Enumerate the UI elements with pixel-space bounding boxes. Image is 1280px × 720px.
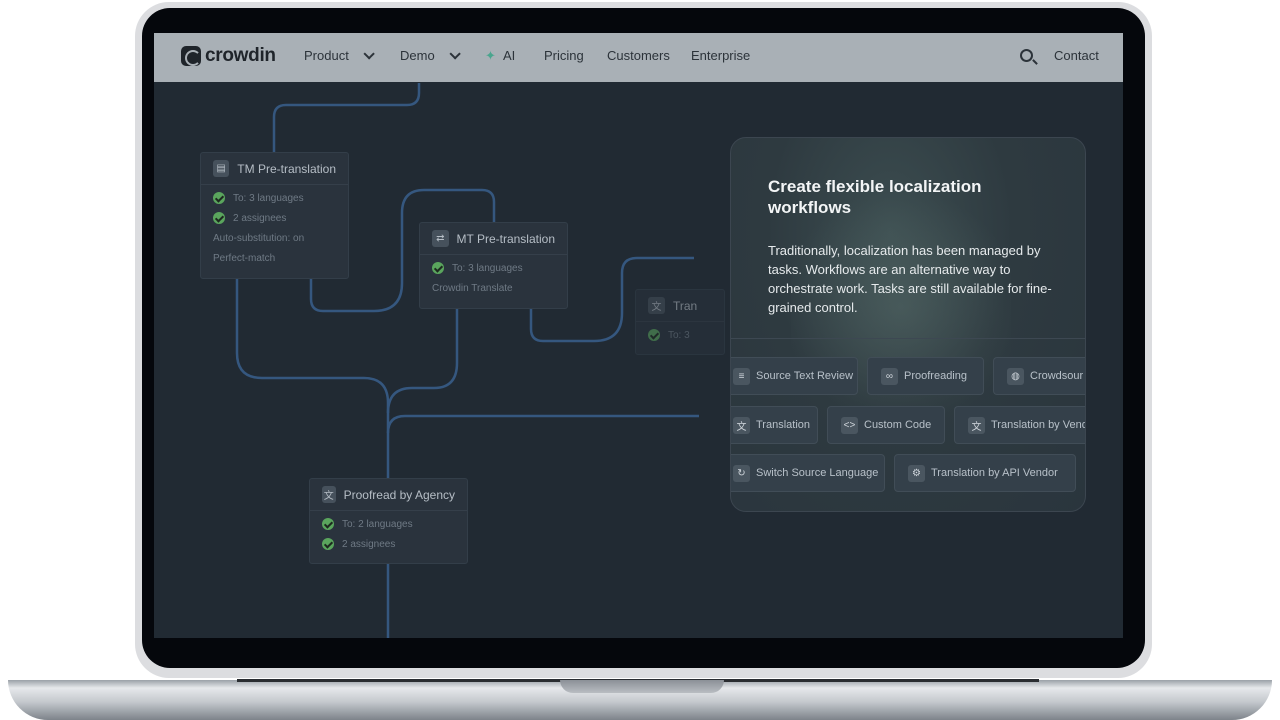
chip-label: Translation by Vend	[991, 419, 1086, 431]
card-row: 2 assignees	[201, 208, 348, 228]
nav-demo-label: Demo	[400, 48, 435, 63]
translation-memory-icon: ▤	[213, 160, 230, 177]
code-icon: <>	[841, 416, 858, 434]
nav-ai-label: AI	[503, 48, 516, 63]
nav-product[interactable]: Product	[304, 47, 375, 63]
translate-vendor-icon: 文	[968, 416, 985, 434]
translate-icon: 文	[648, 297, 665, 314]
card-header: 文 Proofread by Agency	[310, 479, 467, 511]
nav-customers-label: Customers	[607, 48, 670, 63]
card-row: To: 3	[636, 325, 724, 345]
brand-name: crowdin	[205, 45, 276, 66]
check-icon	[213, 192, 225, 204]
chip-proofreading[interactable]: ∞ Proofreading	[867, 357, 984, 395]
chip-translation[interactable]: 文 Translation	[731, 406, 818, 444]
card-header: ▤ TM Pre-translation	[201, 153, 348, 185]
chip-source-text-review[interactable]: ≡ Source Text Review	[731, 357, 858, 395]
crowdin-logo[interactable]: crowdin	[181, 45, 276, 67]
card-note: Crowdin Translate	[432, 282, 513, 294]
card-row: 2 assignees	[310, 534, 467, 554]
nav-ai[interactable]: AI	[485, 48, 516, 64]
chip-label: Proofreading	[904, 370, 967, 382]
gear-icon: ⚙	[908, 464, 925, 482]
translate-icon: 文	[322, 486, 336, 503]
chip-label: Switch Source Language	[756, 467, 879, 479]
nav-enterprise-label: Enterprise	[691, 48, 751, 63]
card-title: TM Pre-translation	[237, 161, 336, 176]
card-header: 文 Tran	[636, 290, 724, 322]
crowdin-logo-icon	[181, 46, 201, 66]
card-header: ⇄ MT Pre-translation	[420, 223, 567, 255]
workflow-step-mt-pretranslation[interactable]: ⇄ MT Pre-translation To: 3 languages Cro…	[419, 222, 568, 309]
nav-pricing-label: Pricing	[544, 48, 584, 63]
workflow-info-panel: Create flexible localization workflows T…	[730, 137, 1086, 512]
check-icon	[648, 329, 660, 341]
chip-translation-by-vendor[interactable]: 文 Translation by Vend	[954, 406, 1086, 444]
nav-customers[interactable]: Customers	[607, 48, 670, 63]
ai-sparkle-icon	[485, 48, 497, 64]
card-row-text: 2 assignees	[233, 212, 287, 224]
divider	[731, 338, 1085, 339]
card-row: To: 3 languages	[201, 188, 348, 208]
search-icon[interactable]	[1020, 49, 1033, 62]
card-title: Proofread by Agency	[343, 487, 455, 502]
nav-contact-label: Contact	[1054, 48, 1099, 63]
switch-icon: ↻	[733, 464, 750, 482]
chip-label: Translation by API Vendor	[931, 467, 1058, 479]
card-row-text: To: 3	[668, 329, 690, 341]
globe-icon: ◍	[1007, 367, 1024, 385]
workflow-step-proofread-agency[interactable]: 文 Proofread by Agency To: 2 languages 2 …	[309, 478, 468, 564]
card-row-text: To: 3 languages	[452, 262, 523, 274]
check-icon	[322, 538, 334, 550]
nav-product-label: Product	[304, 48, 349, 63]
nav-contact[interactable]: Contact	[1054, 48, 1099, 63]
card-row-text: To: 3 languages	[233, 192, 304, 204]
nav-pricing[interactable]: Pricing	[544, 48, 584, 63]
chevron-down-icon	[449, 47, 461, 60]
nav-enterprise[interactable]: Enterprise	[691, 48, 750, 63]
card-row: To: 3 languages	[420, 258, 567, 278]
nav-demo[interactable]: Demo	[400, 47, 461, 63]
card-title: MT Pre-translation	[456, 231, 555, 246]
card-note: Perfect-match	[213, 252, 276, 264]
chip-label: Crowdsour	[1030, 370, 1084, 382]
laptop-notch	[560, 680, 724, 693]
panel-title: Create flexible localization workflows	[768, 177, 982, 217]
chip-label: Source Text Review	[756, 370, 854, 382]
card-title: Tran	[673, 298, 698, 313]
card-row-text: To: 2 languages	[342, 518, 413, 530]
card-row: To: 2 languages	[310, 514, 467, 534]
translate-icon: 文	[733, 416, 750, 434]
check-icon	[432, 262, 444, 274]
card-note: Auto-substitution: on	[213, 232, 305, 244]
chip-custom-code[interactable]: <> Custom Code	[827, 406, 945, 444]
workflow-step-translation[interactable]: 文 Tran To: 3	[635, 289, 725, 355]
chip-crowdsourcing[interactable]: ◍ Crowdsour	[993, 357, 1085, 395]
review-icon: ≡	[733, 367, 750, 385]
workflow-step-tm-pretranslation[interactable]: ▤ TM Pre-translation To: 3 languages 2 a…	[200, 152, 349, 279]
check-icon	[213, 212, 225, 224]
chip-label: Custom Code	[864, 419, 932, 431]
navbar: crowdin Product Demo AI Pricing Customer…	[154, 33, 1123, 82]
panel-description: Traditionally, localization has been man…	[768, 243, 1052, 315]
machine-translation-icon: ⇄	[432, 230, 449, 247]
chip-label: Translation	[756, 419, 811, 431]
chevron-down-icon	[363, 47, 375, 60]
card-row-text: 2 assignees	[342, 538, 396, 550]
glasses-icon: ∞	[881, 367, 898, 385]
screen: crowdin Product Demo AI Pricing Customer…	[154, 33, 1123, 638]
check-icon	[322, 518, 334, 530]
chip-switch-source-language[interactable]: ↻ Switch Source Language	[731, 454, 885, 492]
chip-translation-by-api-vendor[interactable]: ⚙ Translation by API Vendor	[894, 454, 1076, 492]
